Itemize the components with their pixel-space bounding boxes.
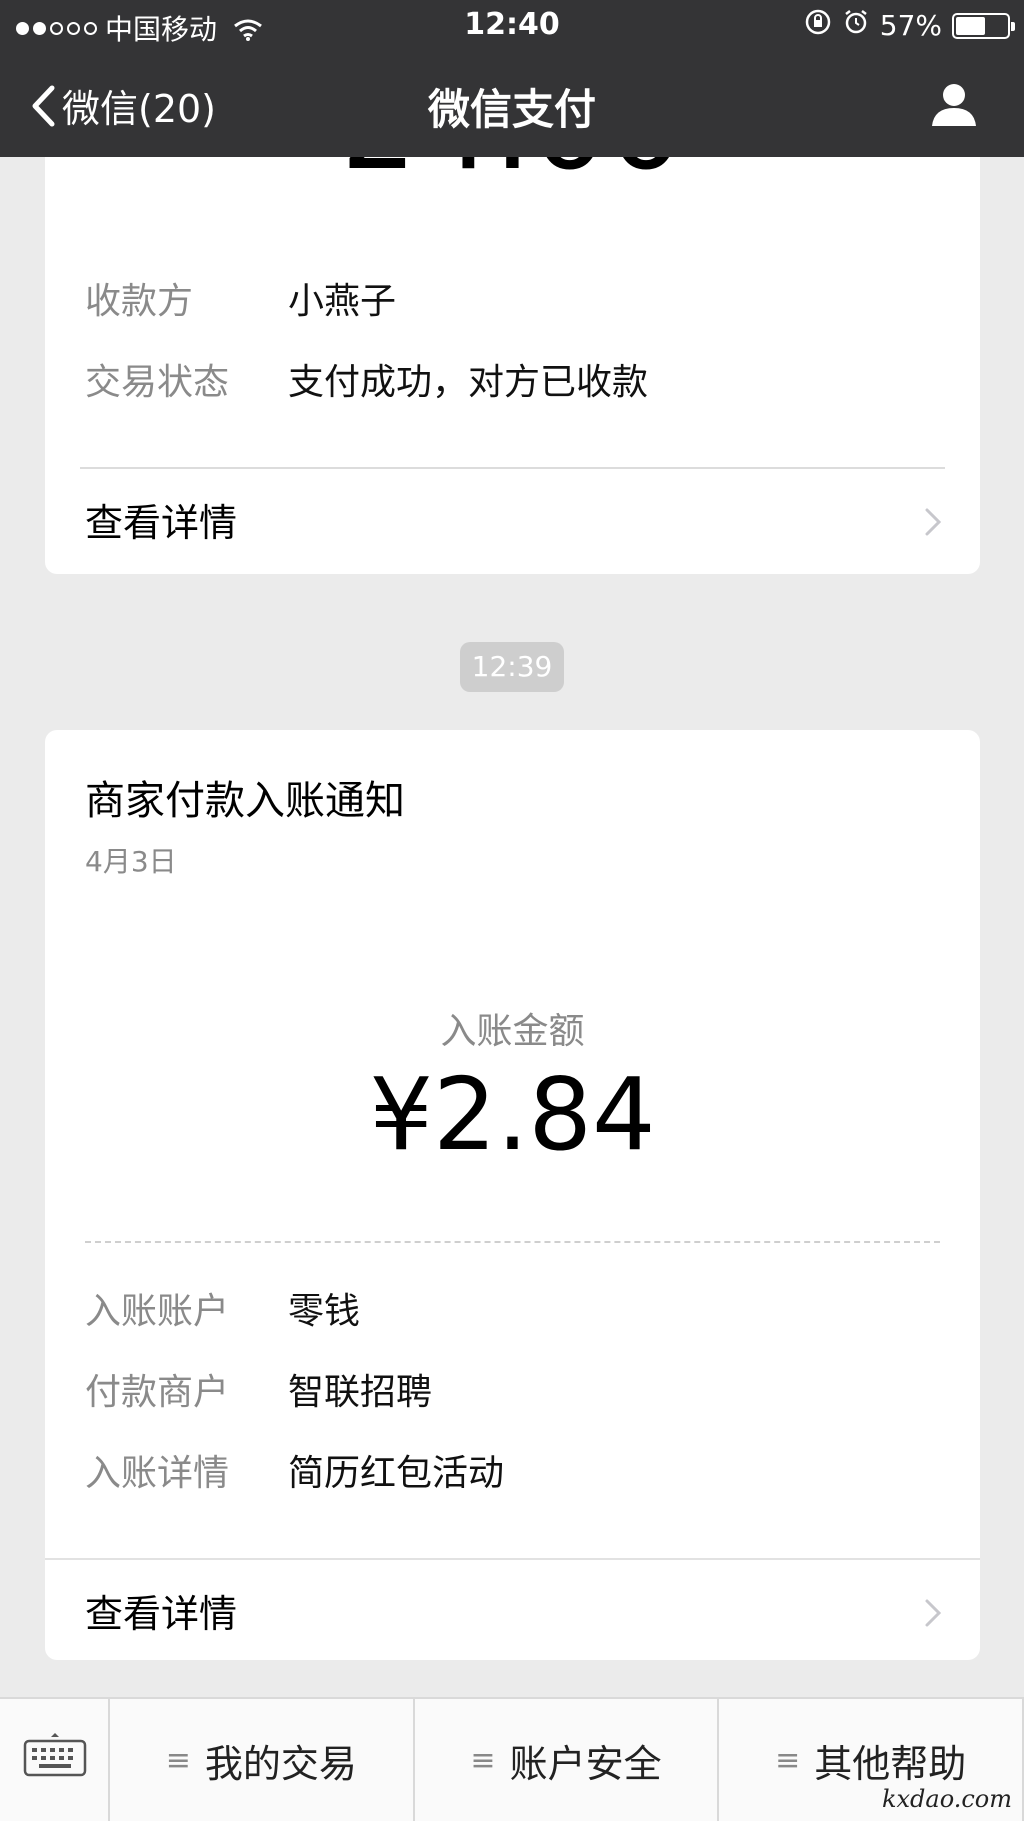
info-row: 入账账户 零钱 bbox=[85, 1282, 360, 1334]
keyboard-toggle-button[interactable] bbox=[0, 1699, 110, 1821]
info-row: 付款商户 智联招聘 bbox=[85, 1363, 432, 1415]
menu-account-security[interactable]: ≡ 账户安全 bbox=[415, 1699, 720, 1821]
menu-my-transactions[interactable]: ≡ 我的交易 bbox=[110, 1699, 415, 1821]
menu-label: 其他帮助 bbox=[814, 1741, 967, 1786]
menu-label: 账户安全 bbox=[509, 1741, 662, 1786]
message-time-badge: 12:39 bbox=[460, 642, 564, 692]
nav-bar: 微信(20) 微信支付 bbox=[0, 50, 1024, 157]
dashed-divider bbox=[85, 1241, 940, 1243]
menu-lines-icon: ≡ bbox=[775, 1742, 801, 1778]
orientation-lock-icon bbox=[804, 8, 832, 43]
amount-label: 入账金额 bbox=[440, 1011, 585, 1052]
info-row: 交易状态 支付成功，对方已收款 bbox=[85, 353, 648, 405]
card-date: 4月3日 bbox=[85, 845, 177, 878]
menu-lines-icon: ≡ bbox=[165, 1742, 191, 1778]
row-key: 付款商户 bbox=[85, 1372, 230, 1413]
menu-lines-icon: ≡ bbox=[470, 1742, 496, 1778]
row-value: 支付成功，对方已收款 bbox=[288, 362, 649, 403]
row-value: 简历红包活动 bbox=[288, 1453, 505, 1494]
battery-percent: 57% bbox=[879, 9, 942, 42]
row-key: 收款方 bbox=[85, 281, 194, 322]
view-details-link[interactable]: 查看详情 bbox=[45, 469, 980, 569]
amount-value: ¥2.84 bbox=[369, 1056, 656, 1173]
bottom-menu: ≡ 我的交易 ≡ 账户安全 ≡ 其他帮助 kxdao.com bbox=[0, 1697, 1024, 1821]
view-details-label: 查看详情 bbox=[85, 1591, 238, 1636]
alarm-icon bbox=[842, 8, 870, 43]
row-key: 交易状态 bbox=[85, 362, 230, 403]
chevron-right-icon bbox=[925, 1599, 942, 1627]
top-bar: 中国移动 12:40 57% 微信(20) 微信支付 bbox=[0, 0, 1024, 157]
watermark: kxdao.com bbox=[881, 1785, 1012, 1813]
row-value: 小燕子 bbox=[288, 281, 397, 322]
row-value: 零钱 bbox=[288, 1291, 361, 1332]
menu-label: 我的交易 bbox=[204, 1741, 357, 1786]
page-title: 微信支付 bbox=[427, 85, 596, 134]
battery-icon bbox=[952, 12, 1015, 39]
status-right: 57% bbox=[804, 8, 1015, 43]
row-key: 入账账户 bbox=[85, 1291, 230, 1332]
info-row: 收款方 小燕子 bbox=[85, 272, 396, 324]
keyboard-icon bbox=[23, 1733, 87, 1777]
merchant-payment-card: 商家付款入账通知 4月3日 入账金额 ¥2.84 入账账户 零钱 付款商户 智联… bbox=[45, 730, 980, 1660]
payment-card: 24.00 收款方 小燕子 交易状态 支付成功，对方已收款 查看详情 bbox=[45, 130, 980, 574]
view-details-label: 查看详情 bbox=[85, 500, 238, 545]
view-details-link[interactable]: 查看详情 bbox=[45, 1560, 980, 1660]
info-row: 入账详情 简历红包活动 bbox=[85, 1444, 504, 1496]
card-title: 商家付款入账通知 bbox=[85, 778, 405, 824]
profile-icon[interactable] bbox=[930, 80, 978, 128]
chevron-right-icon bbox=[925, 508, 942, 536]
row-key: 入账详情 bbox=[85, 1453, 230, 1494]
status-bar: 中国移动 12:40 57% bbox=[0, 0, 1024, 50]
row-value: 智联招聘 bbox=[288, 1372, 433, 1413]
